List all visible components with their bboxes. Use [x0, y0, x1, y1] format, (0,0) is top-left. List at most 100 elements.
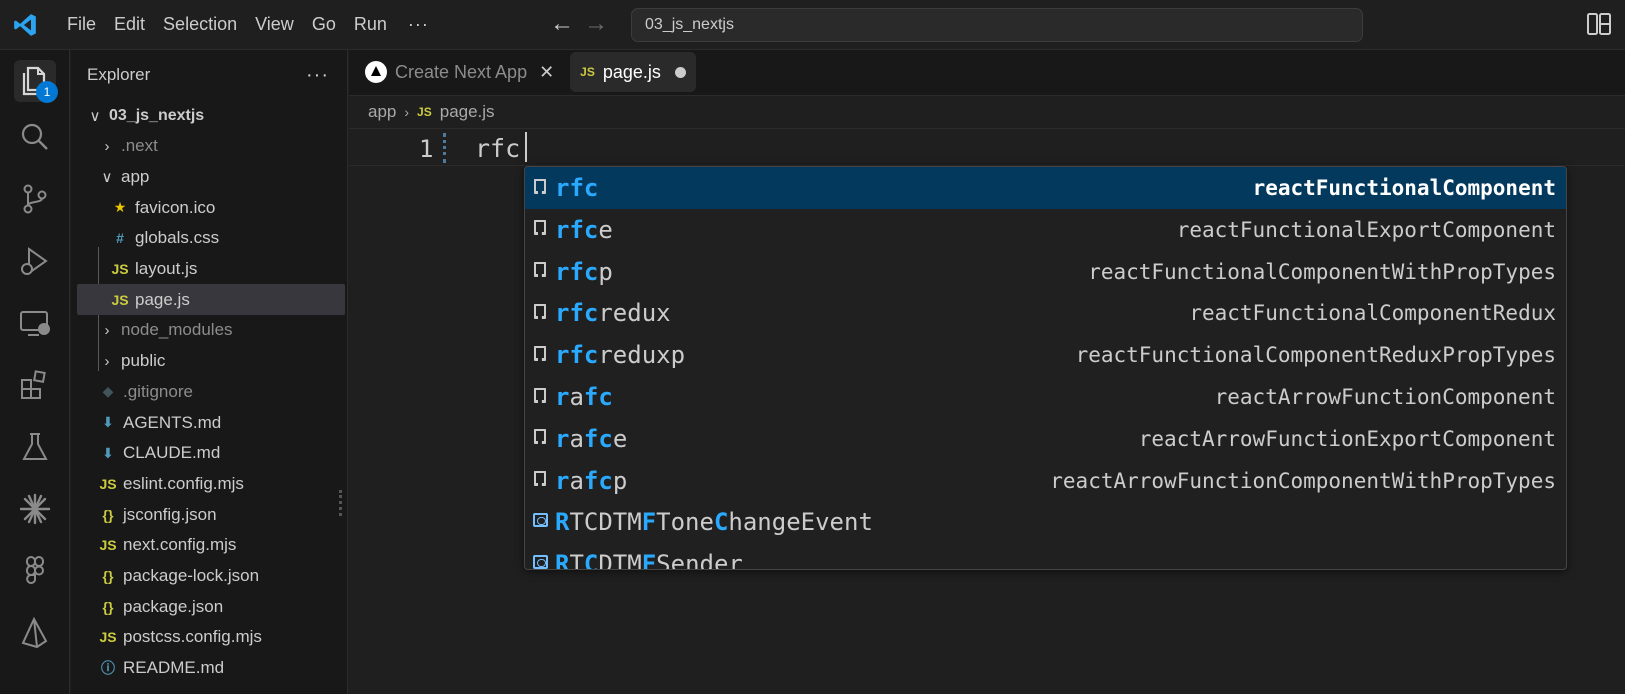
- tab-page-js[interactable]: JS page.js: [570, 52, 696, 92]
- suggestion-label: rfcp: [555, 257, 613, 286]
- claude-activity[interactable]: [14, 488, 56, 530]
- current-line[interactable]: 1 rfc: [349, 128, 1625, 166]
- suggestion-detail: reactFunctionalExportComponent: [1176, 217, 1556, 242]
- tab-create-next-app[interactable]: Create Next App ✕: [355, 52, 564, 92]
- chevron-down-icon[interactable]: ∨: [97, 168, 117, 186]
- suggestion-label: rfc: [555, 174, 599, 202]
- json-file-icon: {}: [102, 598, 114, 615]
- menu-file[interactable]: File: [58, 10, 105, 39]
- breadcrumb-folder[interactable]: app: [368, 102, 396, 122]
- suggestion-item[interactable]: rafc reactArrowFunctionComponent: [525, 376, 1566, 418]
- chevron-right-icon[interactable]: ›: [97, 138, 117, 155]
- tree-item[interactable]: › node_modules: [77, 315, 345, 346]
- suggestion-item[interactable]: rafcp reactArrowFunctionComponentWithProp…: [525, 460, 1566, 502]
- suggestion-item[interactable]: rfcp reactFunctionalComponentWithPropType…: [525, 251, 1566, 293]
- title-bar: File Edit Selection View Go Run ··· ← → …: [0, 0, 1625, 50]
- claude-star-icon: [19, 493, 51, 525]
- tree-item[interactable]: ◆ .gitignore: [77, 376, 345, 407]
- beaker-icon: [22, 433, 48, 460]
- tree-item[interactable]: ⓘ README.md: [77, 653, 345, 684]
- search-activity[interactable]: [14, 116, 56, 158]
- suggestion-item[interactable]: rafce reactArrowFunctionExportComponent: [525, 418, 1566, 460]
- line-number: 1: [419, 135, 434, 163]
- tree-item[interactable]: ★ favicon.ico: [77, 192, 345, 223]
- tree-item[interactable]: ⬇ CLAUDE.md: [77, 438, 345, 469]
- menu-run[interactable]: Run: [345, 10, 396, 39]
- menu-selection[interactable]: Selection: [154, 10, 246, 39]
- tree-item[interactable]: ∨ 03_js_nextjs: [77, 100, 345, 131]
- tree-item-label: eslint.config.mjs: [123, 473, 244, 493]
- snippet-icon: [525, 345, 555, 365]
- figma-activity[interactable]: [14, 550, 56, 592]
- tree-item[interactable]: ⬇ AGENTS.md: [77, 407, 345, 438]
- suggestion-item[interactable]: rfce reactFunctionalExportComponent: [525, 209, 1566, 251]
- nextjs-triangle-icon: [365, 61, 387, 83]
- tree-item[interactable]: JS page.js: [77, 284, 345, 316]
- menu-edit[interactable]: Edit: [105, 10, 154, 39]
- tree-item-label: public: [121, 351, 166, 371]
- event-icon: [525, 555, 555, 569]
- event-icon: [525, 513, 555, 531]
- js-file-icon: JS: [111, 291, 129, 308]
- extensions-activity[interactable]: [14, 364, 56, 406]
- js-file-icon: JS: [111, 261, 129, 277]
- activity-bar: 1: [0, 50, 70, 694]
- js-file-icon: JS: [99, 629, 117, 646]
- suggestion-item[interactable]: RTCDTMFSender: [525, 543, 1566, 570]
- tree-item[interactable]: # globals.css: [77, 223, 345, 254]
- close-icon[interactable]: ✕: [539, 62, 554, 83]
- js-file-icon: JS: [99, 475, 117, 492]
- deploy-activity[interactable]: [14, 612, 56, 654]
- remote-explorer-activity[interactable]: [14, 302, 56, 344]
- chevron-right-icon: ›: [404, 104, 410, 120]
- tree-item[interactable]: {} jsconfig.json: [77, 499, 345, 530]
- tree-item[interactable]: › .next: [77, 131, 345, 162]
- tree-item[interactable]: JS layout.js: [77, 254, 345, 285]
- chevron-down-icon[interactable]: ∨: [85, 107, 105, 125]
- snippet-icon: [525, 303, 555, 323]
- suggestion-item[interactable]: rfc reactFunctionalComponent: [525, 167, 1566, 209]
- tree-item[interactable]: JS eslint.config.mjs: [77, 468, 345, 499]
- tree-item-label: next.config.mjs: [123, 535, 237, 555]
- menu-more-button[interactable]: ···: [396, 10, 441, 39]
- json-file-icon: {}: [102, 506, 114, 523]
- testing-activity[interactable]: [14, 426, 56, 468]
- snippet-icon: [525, 178, 555, 198]
- json-file-icon: {}: [102, 568, 114, 584]
- menu-bar: File Edit Selection View Go Run ···: [58, 10, 441, 39]
- editor-tabs: Create Next App ✕ JS page.js: [349, 50, 1625, 96]
- menu-go[interactable]: Go: [303, 10, 345, 39]
- sidebar-sash[interactable]: [339, 490, 343, 516]
- search-icon: [21, 123, 48, 150]
- suggestion-label: RTCDTMFSender: [555, 550, 743, 570]
- toggle-layout-icon[interactable]: [1587, 13, 1611, 35]
- explorer-more-button[interactable]: ···: [306, 64, 329, 87]
- command-center-search[interactable]: 03_js_nextjs: [631, 8, 1363, 42]
- forward-arrow-icon[interactable]: →: [579, 10, 613, 38]
- chevron-right-icon[interactable]: ›: [97, 353, 117, 370]
- tree-item[interactable]: JS next.config.mjs: [77, 530, 345, 561]
- suggestion-item[interactable]: RTCDTMFToneChangeEvent: [525, 501, 1566, 543]
- suggestion-item[interactable]: rfcreduxp reactFunctionalComponentReduxPr…: [525, 334, 1566, 376]
- snippet-icon: [525, 471, 555, 490]
- explorer-header: Explorer ···: [71, 50, 347, 100]
- md-file-icon: ⬇: [102, 414, 114, 430]
- tree-item[interactable]: {} package.json: [77, 591, 345, 622]
- suggestion-label: rfcreduxp: [555, 341, 686, 370]
- back-arrow-icon[interactable]: ←: [545, 10, 579, 38]
- menu-view[interactable]: View: [246, 10, 303, 39]
- chevron-right-icon[interactable]: ›: [97, 322, 117, 339]
- suggestion-item[interactable]: rfcredux reactFunctionalComponentRedux: [525, 292, 1566, 334]
- unsaved-dot-icon[interactable]: [674, 66, 686, 78]
- vscode-logo-icon[interactable]: [12, 12, 38, 38]
- source-control-activity[interactable]: [14, 178, 56, 220]
- suggestion-detail: reactArrowFunctionComponentWithPropTypes: [1050, 468, 1556, 493]
- run-debug-activity[interactable]: [14, 240, 56, 282]
- code-text[interactable]: rfc: [475, 134, 520, 163]
- tree-item[interactable]: › public: [77, 346, 345, 377]
- breadcrumb-file[interactable]: page.js: [440, 102, 495, 122]
- tree-item[interactable]: {} package-lock.json: [77, 561, 345, 592]
- extensions-icon: [21, 370, 46, 399]
- tree-item[interactable]: JS postcss.config.mjs: [77, 622, 345, 653]
- tree-item[interactable]: ∨ app: [77, 161, 345, 192]
